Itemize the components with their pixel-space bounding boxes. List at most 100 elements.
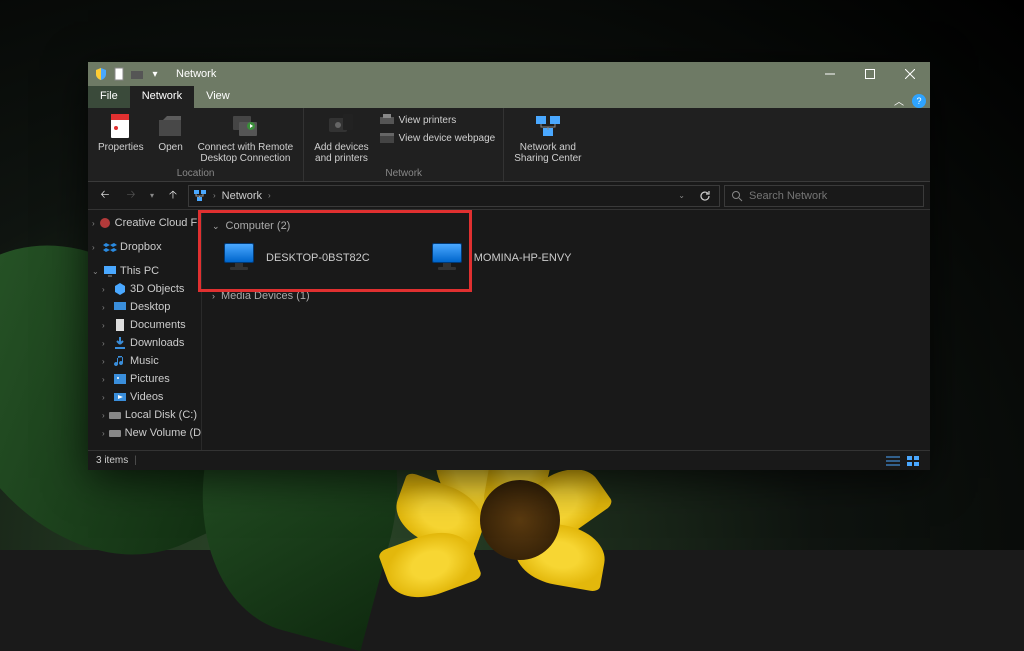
- search-input[interactable]: [749, 190, 917, 202]
- folder-type-icon: [113, 300, 127, 314]
- status-item-count: 3 items: [96, 455, 128, 466]
- maximize-button[interactable]: [850, 62, 890, 86]
- icons-view-button[interactable]: [904, 454, 922, 468]
- sidebar-item-label: Downloads: [130, 337, 184, 349]
- details-view-button[interactable]: [884, 454, 902, 468]
- expand-icon[interactable]: ⌄: [92, 267, 100, 276]
- folder-type-icon: [103, 240, 117, 254]
- tab-network[interactable]: Network: [130, 86, 194, 108]
- tab-view[interactable]: View: [194, 86, 242, 108]
- file-explorer-window: ▾ Network File Network View ︿ ? Properti…: [88, 62, 930, 470]
- ribbon: Properties Open Connect with Remote Desk…: [88, 108, 930, 182]
- collapse-ribbon-icon[interactable]: ︿: [888, 93, 910, 108]
- computer-icon: [222, 243, 258, 273]
- up-button[interactable]: 🡡: [162, 185, 184, 207]
- sidebar-item[interactable]: › Dropbox: [88, 238, 201, 256]
- tab-file[interactable]: File: [88, 86, 130, 108]
- chevron-down-icon: ⌄: [212, 221, 220, 232]
- network-sharing-button[interactable]: Network and Sharing Center: [510, 110, 585, 166]
- forward-button[interactable]: 🡢: [120, 185, 142, 207]
- content-pane[interactable]: ⌄ Computer (2) DESKTOP-0BST82C MOMINA-HP…: [202, 210, 930, 450]
- doc-icon[interactable]: [112, 67, 126, 81]
- sidebar-item[interactable]: › Music: [88, 352, 201, 370]
- connect-rdc-button[interactable]: Connect with Remote Desktop Connection: [194, 110, 298, 166]
- folder-type-icon: [113, 390, 127, 404]
- shield-icon[interactable]: [94, 67, 108, 81]
- ribbon-group-network: Network: [310, 166, 497, 181]
- folder-type-icon: [113, 282, 127, 296]
- sidebar-item[interactable]: ›Videos: [88, 388, 201, 406]
- qat-dropdown-icon[interactable]: ▾: [148, 67, 162, 81]
- group-header-computer[interactable]: ⌄ Computer (2): [212, 216, 920, 240]
- ribbon-group-location: Location: [94, 166, 297, 181]
- folder-type-icon: [98, 216, 112, 230]
- recent-dropdown[interactable]: ▾: [146, 185, 158, 207]
- close-button[interactable]: [890, 62, 930, 86]
- folder-type-icon: [108, 408, 122, 422]
- sidebar-item[interactable]: ›Creative Cloud Fil: [88, 214, 201, 232]
- group-header-media[interactable]: › Media Devices (1): [212, 286, 920, 310]
- ribbon-tabs: File Network View ︿ ?: [88, 86, 930, 108]
- expand-icon[interactable]: ›: [102, 285, 110, 294]
- expand-icon[interactable]: ›: [102, 321, 110, 330]
- sidebar-item-label: Documents: [130, 319, 186, 331]
- titlebar[interactable]: ▾ Network: [88, 62, 930, 86]
- expand-icon[interactable]: ›: [102, 375, 110, 384]
- sidebar-item[interactable]: › Pictures: [88, 370, 201, 388]
- refresh-icon[interactable]: [695, 190, 715, 202]
- expand-icon[interactable]: ›: [92, 243, 100, 252]
- sidebar-item-label: This PC: [120, 265, 159, 277]
- breadcrumb-network[interactable]: Network: [222, 190, 262, 202]
- navigation-pane[interactable]: ›Creative Cloud Fil›Dropbox⌄This PC›3D O…: [88, 210, 202, 450]
- computer-name: DESKTOP-0BST82C: [266, 252, 370, 264]
- expand-icon[interactable]: ›: [102, 393, 110, 402]
- status-bar: 3 items |: [88, 450, 930, 470]
- sidebar-item-label: Dropbox: [120, 241, 162, 253]
- folder-type-icon: [113, 372, 127, 386]
- sidebar-item-label: Local Disk (C:): [125, 409, 197, 421]
- window-title: Network: [176, 68, 216, 80]
- minimize-button[interactable]: [810, 62, 850, 86]
- sidebar-item[interactable]: › Documents: [88, 316, 201, 334]
- folder-type-icon: [103, 264, 117, 278]
- help-icon[interactable]: ?: [912, 94, 926, 108]
- sidebar-item[interactable]: › Downloads: [88, 334, 201, 352]
- folder-icon[interactable]: [130, 67, 144, 81]
- network-icon: [193, 189, 207, 203]
- sidebar-item[interactable]: ›New Volume (D:): [88, 424, 201, 442]
- computer-name: MOMINA-HP-ENVY: [474, 252, 572, 264]
- sidebar-item[interactable]: ⌄ This PC: [88, 262, 201, 280]
- address-bar[interactable]: › Network › ⌄: [188, 185, 720, 207]
- view-printers-button[interactable]: View printers: [377, 112, 498, 128]
- expand-icon[interactable]: ›: [102, 339, 110, 348]
- add-devices-button[interactable]: Add devices and printers: [310, 110, 372, 166]
- open-button[interactable]: Open: [152, 110, 190, 166]
- expand-icon[interactable]: ›: [102, 357, 110, 366]
- properties-button[interactable]: Properties: [94, 110, 148, 166]
- expand-icon[interactable]: ›: [92, 219, 95, 228]
- back-button[interactable]: 🡠: [94, 185, 116, 207]
- expand-icon[interactable]: ›: [102, 429, 105, 438]
- sidebar-item[interactable]: › 3D Objects: [88, 280, 201, 298]
- sidebar-item-label: 3D Objects: [130, 283, 184, 295]
- address-dropdown-icon[interactable]: ⌄: [674, 191, 689, 200]
- search-box[interactable]: [724, 185, 924, 207]
- sidebar-item[interactable]: › Local Disk (C:): [88, 406, 201, 424]
- sidebar-item-label: Music: [130, 355, 159, 367]
- folder-type-icon: [113, 318, 127, 332]
- folder-type-icon: [113, 336, 127, 350]
- sidebar-item[interactable]: › Desktop: [88, 298, 201, 316]
- expand-icon[interactable]: ›: [102, 303, 110, 312]
- computer-icon: [430, 243, 466, 273]
- sidebar-item-label: Pictures: [130, 373, 170, 385]
- quick-access-toolbar: ▾: [88, 67, 168, 81]
- view-webpage-button[interactable]: View device webpage: [377, 130, 498, 146]
- computer-item[interactable]: DESKTOP-0BST82C: [222, 240, 370, 276]
- computer-item[interactable]: MOMINA-HP-ENVY: [430, 240, 572, 276]
- expand-icon[interactable]: ›: [102, 411, 105, 420]
- search-icon: [731, 190, 743, 202]
- sidebar-item-label: Desktop: [130, 301, 170, 313]
- folder-type-icon: [108, 426, 122, 440]
- address-row: 🡠 🡢 ▾ 🡡 › Network › ⌄: [88, 182, 930, 210]
- folder-type-icon: [113, 354, 127, 368]
